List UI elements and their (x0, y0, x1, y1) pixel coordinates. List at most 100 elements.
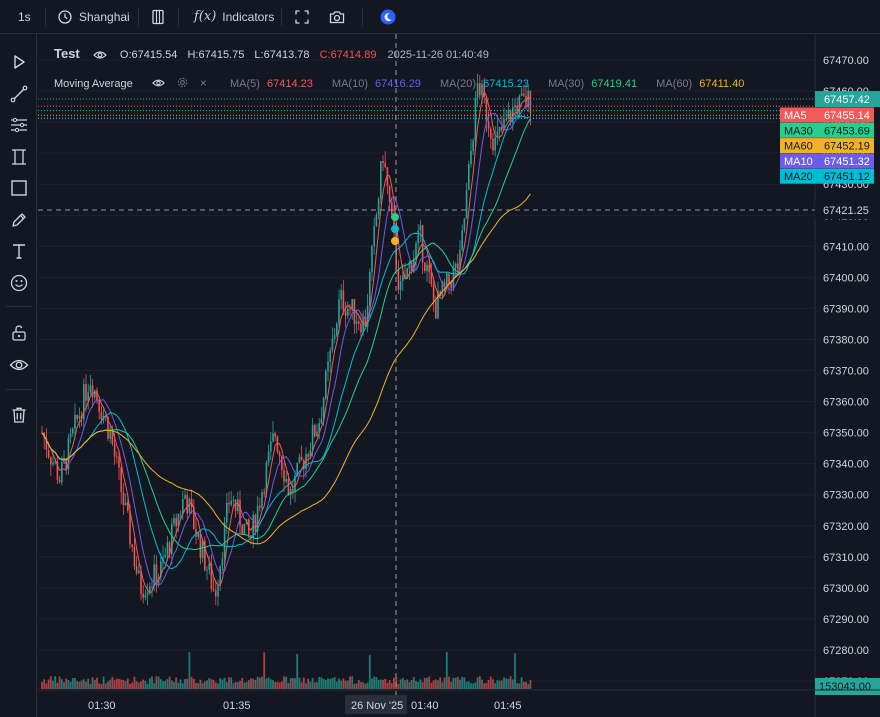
volume-bar (522, 681, 525, 689)
volume-bar (170, 680, 173, 689)
volume-bar (146, 683, 149, 689)
candle-body (320, 418, 323, 424)
candle-body (311, 425, 314, 451)
volume-bar (375, 677, 378, 689)
indicator-visibility-toggle[interactable] (151, 78, 165, 91)
volume-bar (102, 676, 105, 689)
volume-bar (159, 679, 162, 689)
volume-bar (100, 683, 103, 689)
volume-bar (346, 680, 349, 689)
candle-body (417, 230, 419, 244)
candle-body (426, 264, 428, 271)
legend-datetime: 2025-11-26 01:40:49 (387, 49, 489, 61)
ma5-value: 67414.23 (266, 78, 313, 90)
candle-body (331, 338, 334, 351)
volume-bar (74, 678, 76, 689)
volume-bar (65, 678, 68, 689)
candle-body (523, 93, 525, 96)
volume-bar (472, 683, 475, 689)
volume-bar (344, 680, 347, 689)
volume-bar (173, 682, 175, 689)
volume-bar (364, 683, 367, 689)
volume-bar (93, 680, 96, 689)
crosshair-price-text: 67421.25 (823, 205, 869, 217)
candle-body (325, 371, 327, 399)
volume-bar (327, 678, 329, 689)
candle-body (472, 140, 474, 152)
candle-body (241, 525, 243, 535)
candle-body (298, 456, 301, 463)
candle-body (450, 283, 452, 289)
candle-body (349, 309, 351, 310)
volume-bar (441, 682, 444, 689)
candle-body (215, 590, 217, 597)
candle-body (72, 428, 74, 434)
indicator-remove-button[interactable]: × (200, 76, 207, 90)
candle-body (318, 423, 320, 432)
candle-body (501, 127, 503, 130)
ma-axis-value-text: 67451.12 (824, 171, 870, 183)
volume-bar (289, 678, 292, 689)
symbol-visibility-toggle[interactable] (92, 50, 109, 63)
volume-bar (511, 679, 514, 689)
volume-bar (247, 680, 250, 689)
volume-bar (467, 681, 470, 689)
candle-body (69, 433, 72, 438)
volume-bar (384, 678, 387, 689)
close-value: 67414.89 (330, 49, 377, 61)
volume-bar (192, 678, 195, 689)
ma20-value: 67415.23 (483, 78, 530, 90)
volume-bar (217, 683, 219, 689)
candle-body (487, 121, 490, 129)
candle-body (127, 502, 129, 512)
volume-bar (45, 683, 48, 689)
volume-bar (148, 678, 151, 689)
candle-body (61, 462, 63, 483)
volume-bar (307, 678, 310, 689)
volume-bar (489, 676, 492, 689)
candle-body (382, 161, 384, 163)
volume-bar (298, 677, 301, 689)
volume-bar (390, 683, 393, 689)
volume-bar (305, 683, 307, 689)
volume-bar (89, 683, 92, 689)
volume-bar (124, 681, 127, 689)
volume-bar (144, 680, 147, 689)
volume-bar (470, 683, 472, 689)
time-tick: 01:30 (88, 700, 116, 712)
candle-body (138, 570, 140, 574)
ma30-label: MA(30) (548, 78, 585, 90)
volume-bar (393, 677, 395, 689)
volume-bar (256, 676, 259, 689)
indicator-settings-button[interactable] (177, 77, 188, 91)
volume-bar (221, 679, 224, 689)
price-tick: 67400.00 (823, 272, 869, 284)
candle-body (384, 162, 386, 168)
volume-bar (514, 653, 516, 689)
candle-body (58, 479, 61, 483)
crosshair-date-text: 26 Nov '25 (351, 700, 403, 712)
volume-bar (129, 683, 131, 689)
candle-body (179, 513, 182, 515)
volume-bar (115, 678, 118, 689)
candle-body (465, 189, 468, 219)
candle-body (285, 478, 287, 482)
candle-body (52, 462, 54, 465)
volume-bar (41, 682, 43, 689)
candle-body (377, 199, 380, 216)
candle-body (432, 284, 435, 301)
volume-bar (404, 680, 406, 689)
candle-body (492, 138, 494, 151)
volume-bar (225, 682, 228, 689)
candle-body (184, 495, 186, 500)
volume-bar (80, 680, 83, 689)
candle-body (131, 544, 133, 548)
time-tick: 01:45 (494, 700, 522, 712)
volume-bar (283, 676, 285, 689)
eye-icon (151, 79, 165, 87)
price-chart[interactable]: 67470.0067460.0067450.0067440.0067430.00… (0, 0, 880, 717)
volume-bar (285, 676, 288, 689)
candle-body (397, 269, 400, 290)
candle-body (166, 542, 169, 555)
candle-body (474, 97, 477, 141)
